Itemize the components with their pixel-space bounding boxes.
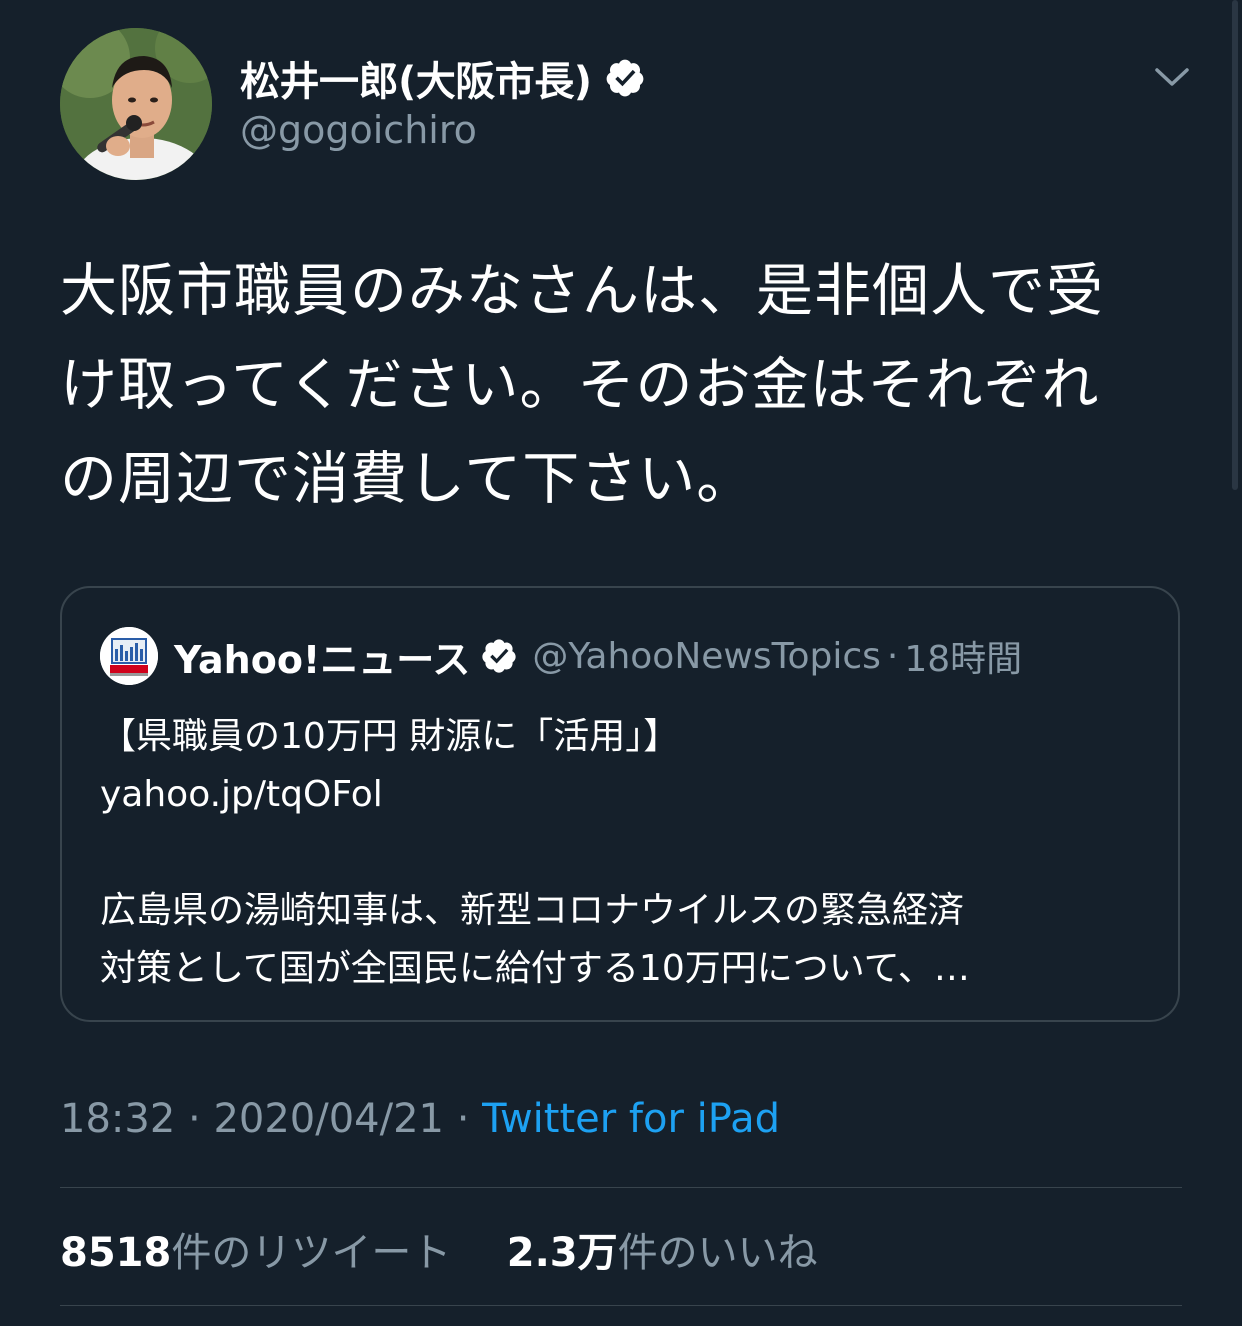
verified-badge-icon <box>482 639 516 673</box>
retweets-count: 8518 <box>60 1230 172 1276</box>
quoted-display-name[interactable]: Yahoo!ニュース <box>174 629 470 684</box>
separator-dot: · <box>886 635 899 677</box>
scrollbar[interactable] <box>1228 0 1242 500</box>
chevron-down-icon[interactable] <box>1154 64 1190 92</box>
avatar[interactable] <box>60 28 212 180</box>
tweet-text-line: 大阪市職員のみなさんは、是非個人で受 <box>60 258 1104 324</box>
author-display-name[interactable]: 松井一郎(大阪市長) <box>240 49 592 107</box>
likes-count: 2.3万 <box>506 1230 618 1276</box>
tweet-stats: 8518件のリツイート 2.3万件のいいね <box>60 1220 818 1278</box>
quoted-headline: 【県職員の10万円 財源に「活用」】 <box>100 716 680 757</box>
likes-label: 件のいいね <box>617 1230 818 1276</box>
likes-stat[interactable]: 2.3万件のいいね <box>507 1230 818 1276</box>
verified-badge-icon <box>606 59 643 97</box>
separator-dot: · <box>188 1096 201 1142</box>
divider <box>60 1187 1182 1188</box>
tweet-text-line: の周辺で消費して下さい。 <box>60 446 755 512</box>
tweet-time: 18:32 <box>60 1096 176 1142</box>
retweets-label: 件のリツイート <box>171 1230 452 1276</box>
tweet-meta: 18:32 · 2020/04/21 · Twitter for iPad <box>60 1096 780 1142</box>
quoted-blank-line <box>100 824 1140 882</box>
author-handle[interactable]: @gogoichiro <box>240 108 477 152</box>
quoted-tweet-header: Yahoo!ニュース @YahooNewsTopics · 18時間 <box>100 626 1022 686</box>
tweet-text: 大阪市職員のみなさんは、是非個人で受 け取ってください。そのお金はそれぞれ の周… <box>60 244 1190 526</box>
author-name-row[interactable]: 松井一郎(大阪市長) <box>240 50 646 106</box>
quoted-link[interactable]: yahoo.jp/tqOFol <box>100 766 1140 824</box>
divider <box>60 1305 1182 1306</box>
quoted-tweet-body: 【県職員の10万円 財源に「活用」】 yahoo.jp/tqOFol 広島県の湯… <box>100 708 1140 998</box>
quoted-avatar[interactable] <box>100 627 158 685</box>
quoted-timestamp[interactable]: 18時間 <box>904 630 1022 682</box>
quoted-tweet-card[interactable]: Yahoo!ニュース @YahooNewsTopics · 18時間 【県職員の… <box>60 586 1180 1022</box>
quoted-text-line: 広島県の湯崎知事は、新型コロナウイルスの緊急経済 <box>100 890 965 931</box>
tweet-date: 2020/04/21 <box>213 1096 444 1142</box>
retweets-stat[interactable]: 8518件のリツイート <box>60 1230 451 1276</box>
quoted-handle[interactable]: @YahooNewsTopics <box>532 636 881 677</box>
separator-dot: · <box>456 1096 470 1142</box>
scrollbar-thumb[interactable] <box>1232 0 1238 490</box>
yahoo-news-logo-icon <box>100 627 158 685</box>
tweet-source-link[interactable]: Twitter for iPad <box>482 1096 780 1142</box>
tweet-header: 松井一郎(大阪市長) @gogoichiro <box>60 28 1200 188</box>
quoted-text-line: 対策として国が全国民に給付する10万円について、… <box>100 948 970 989</box>
tweet-text-line: け取ってください。そのお金はそれぞれ <box>60 352 1100 418</box>
avatar-photo-icon <box>60 28 212 180</box>
